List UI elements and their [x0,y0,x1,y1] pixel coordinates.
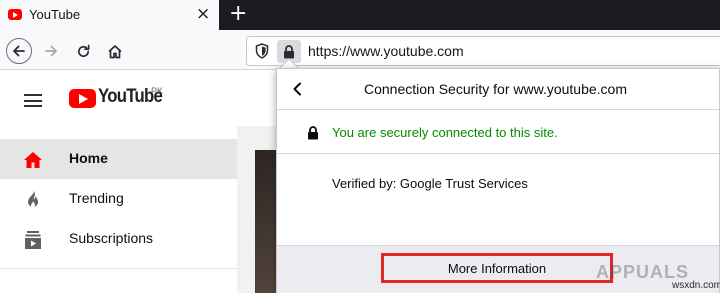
navigation-toolbar: https://www.youtube.com [0,30,720,70]
sidebar-divider [0,268,237,269]
tab-youtube[interactable]: YouTube × [0,0,219,30]
sidebar-item-label: Trending [69,190,124,206]
secure-lock-icon [307,126,319,145]
forward-button[interactable] [38,38,64,64]
lock-icon [284,44,294,58]
tab-title: YouTube [29,7,81,22]
secure-connection-text: You are securely connected to this site. [332,125,558,140]
country-code: PK [151,86,164,96]
verified-by-text: Verified by: Google Trust Services [332,176,528,191]
sidebar-item-label: Home [69,150,108,166]
address-bar[interactable]: https://www.youtube.com [246,36,720,66]
sidebar-item-home[interactable]: Home [0,139,237,179]
site-watermark: wsxdn.com [672,280,720,291]
tab-strip: YouTube × + [0,0,720,30]
connection-security-popup: Connection Security for www.youtube.com … [276,68,720,293]
popup-divider [277,153,719,154]
sidebar-item-label: Subscriptions [69,230,154,246]
sidebar-item-trending[interactable]: Trending [0,179,237,219]
reload-button[interactable] [70,38,96,64]
reload-icon [77,44,89,57]
new-tab-button[interactable]: + [229,1,247,27]
more-information-button[interactable]: More Information [381,253,613,283]
home-button[interactable] [102,38,128,64]
tracking-shield-icon[interactable] [255,43,269,64]
forward-arrow-icon [45,45,57,57]
popup-title: Connection Security for www.youtube.com [363,81,627,97]
home-icon [22,149,44,171]
back-button[interactable] [6,38,32,64]
subscriptions-icon [22,229,44,251]
home-icon [108,44,122,58]
tab-close-button[interactable]: × [196,4,210,24]
url-text[interactable]: https://www.youtube.com [308,43,464,59]
youtube-logo-icon[interactable] [69,89,96,108]
menu-icon[interactable] [24,94,42,107]
flame-icon [22,189,44,211]
back-arrow-icon [13,45,25,57]
youtube-favicon-icon [8,9,22,20]
sidebar-item-subscriptions[interactable]: Subscriptions [0,219,237,259]
popup-divider [277,109,719,110]
